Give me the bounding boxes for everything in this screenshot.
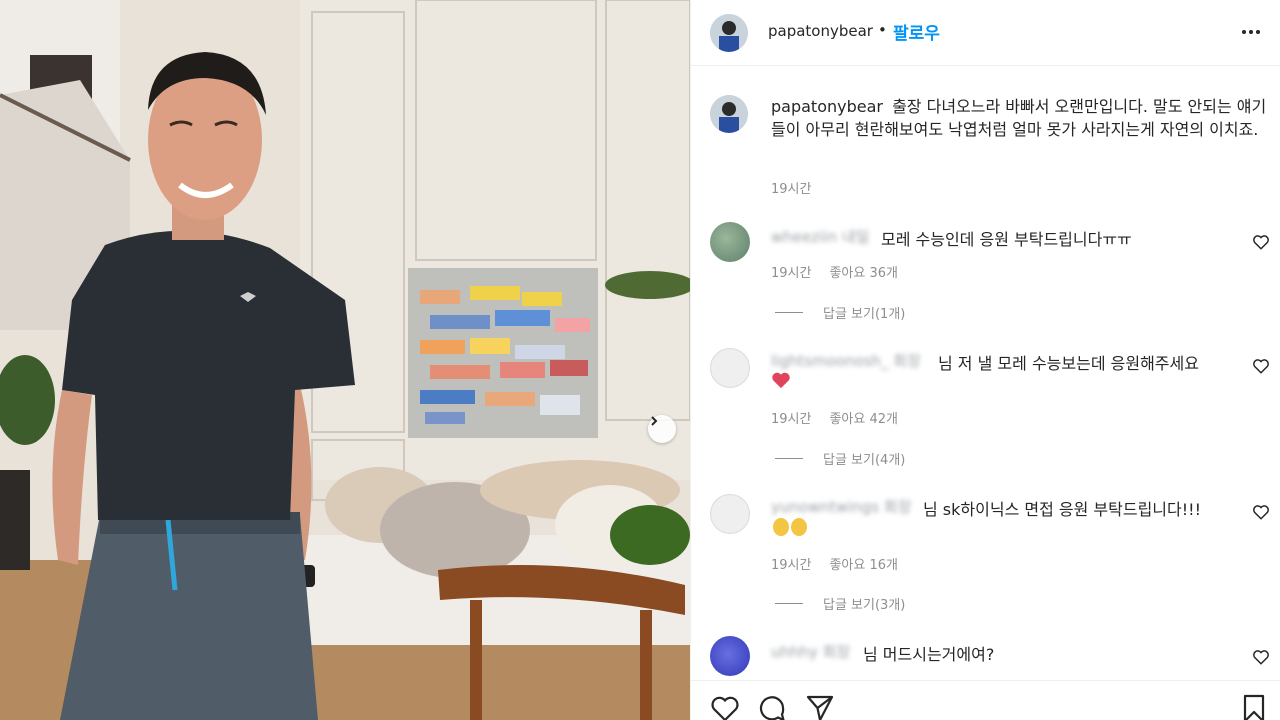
comment-like-heart-icon[interactable] xyxy=(1252,648,1270,666)
commenter-avatar[interactable] xyxy=(710,494,750,534)
post-action-bar xyxy=(691,680,1280,720)
comment-like-heart-icon[interactable] xyxy=(1252,503,1270,521)
comment-likes[interactable]: 좋아요 42개 xyxy=(829,412,898,427)
comment-text: 님 저 낼 모레 수능보는데 응원해주세요 xyxy=(938,354,1199,373)
commenter-username[interactable]: lightsmoonosh_ 회장 xyxy=(771,350,921,371)
post-side-panel: papatonybear • 팔로우 papatonybear 출장 다녀오느라… xyxy=(690,0,1280,720)
paper-plane-icon[interactable] xyxy=(805,693,835,720)
comment-timestamp[interactable]: 19시간 xyxy=(771,412,811,427)
comment-likes[interactable]: 좋아요 36개 xyxy=(829,266,898,281)
comment-likes[interactable]: 좋아요 16개 xyxy=(829,558,898,573)
commenter-username[interactable]: yunowntwings 회장 xyxy=(771,496,911,517)
follow-button[interactable]: 팔로우 xyxy=(893,19,940,44)
comment-bubble-icon[interactable] xyxy=(757,693,787,720)
comment-timestamp[interactable]: 19시간 xyxy=(771,558,811,573)
view-replies-label: 답글 보기(3개) xyxy=(823,598,906,613)
more-options-icon[interactable] xyxy=(1238,20,1264,44)
author-avatar[interactable] xyxy=(710,14,748,52)
comment-text: 님 머드시는거에여? xyxy=(863,645,995,664)
commenter-avatar[interactable] xyxy=(710,636,750,676)
commenter-username[interactable]: uhhhy 회장 xyxy=(771,641,850,662)
view-replies-label: 답글 보기(4개) xyxy=(823,453,906,468)
caption-username[interactable]: papatonybear xyxy=(771,97,883,116)
comment-like-heart-icon[interactable] xyxy=(1252,357,1270,375)
bookmark-icon[interactable] xyxy=(1239,693,1269,720)
post-image xyxy=(0,0,690,720)
caption-avatar[interactable] xyxy=(710,95,748,133)
view-replies-label: 답글 보기(1개) xyxy=(823,307,906,322)
author-username[interactable]: papatonybear xyxy=(768,22,873,40)
commenter-avatar[interactable] xyxy=(710,222,750,262)
view-replies-button[interactable]: 답글 보기(1개) xyxy=(775,303,905,322)
chevron-right-icon xyxy=(651,416,658,426)
heart-icon[interactable] xyxy=(710,693,740,720)
header-separator: • xyxy=(878,21,887,39)
caption-timestamp[interactable]: 19시간 xyxy=(771,178,811,197)
comment-text: 님 sk하이닉스 면접 응원 부탁드립니다!!! xyxy=(923,500,1201,519)
comment-meta: 19시간 좋아요 42개 xyxy=(771,408,898,427)
post-header: papatonybear • 팔로우 xyxy=(691,0,1280,66)
comment-meta: 19시간 좋아요 36개 xyxy=(771,262,898,281)
heart-emoji-icon xyxy=(772,372,790,389)
view-replies-button[interactable]: 답글 보기(4개) xyxy=(775,449,905,468)
replies-divider xyxy=(775,603,803,604)
post-caption: papatonybear 출장 다녀오느라 바빠서 오랜만입니다. 말도 안되는… xyxy=(771,95,1271,141)
carousel-next-button[interactable] xyxy=(648,415,676,443)
post-photo[interactable] xyxy=(0,0,690,720)
comment-timestamp[interactable]: 19시간 xyxy=(771,266,811,281)
comment-meta: 19시간 좋아요 16개 xyxy=(771,554,898,573)
clapping-hands-emoji-icon xyxy=(773,518,807,536)
view-replies-button[interactable]: 답글 보기(3개) xyxy=(775,594,905,613)
commenter-username[interactable]: wheeziin 내일 xyxy=(771,226,869,247)
replies-divider xyxy=(775,312,803,313)
comment-like-heart-icon[interactable] xyxy=(1252,233,1270,251)
commenter-avatar[interactable] xyxy=(710,348,750,388)
comment-text: 모레 수능인데 응원 부탁드립니다ㅠㅠ xyxy=(881,230,1132,249)
replies-divider xyxy=(775,458,803,459)
